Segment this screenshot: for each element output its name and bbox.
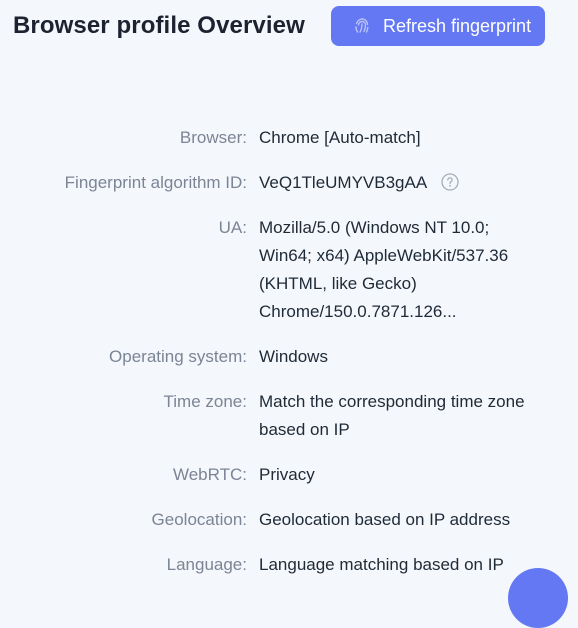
timezone-label: Time zone: bbox=[163, 392, 247, 411]
fingerprint-label: Fingerprint algorithm ID: bbox=[64, 173, 247, 192]
profile-details: Browser: Chrome [Auto-match] Fingerprint… bbox=[0, 124, 578, 596]
detail-row-webrtc: WebRTC: Privacy bbox=[0, 461, 578, 489]
detail-row-browser: Browser: Chrome [Auto-match] bbox=[0, 124, 578, 152]
browser-value: Chrome [Auto-match] bbox=[259, 128, 421, 147]
fingerprint-icon bbox=[352, 16, 372, 36]
floating-action-button[interactable] bbox=[508, 568, 568, 628]
detail-row-ua: UA: Mozilla/5.0 (Windows NT 10.0; Win64;… bbox=[0, 214, 578, 326]
geolocation-value: Geolocation based on IP address bbox=[259, 510, 511, 529]
detail-row-timezone: Time zone: Match the corresponding time … bbox=[0, 388, 578, 444]
language-label: Language: bbox=[166, 555, 247, 574]
ua-value: Mozilla/5.0 (Windows NT 10.0; Win64; x64… bbox=[259, 218, 509, 321]
os-label: Operating system: bbox=[109, 347, 247, 366]
refresh-fingerprint-label: Refresh fingerprint bbox=[383, 15, 532, 36]
question-circle-icon[interactable] bbox=[441, 173, 459, 191]
detail-row-fingerprint: Fingerprint algorithm ID: VeQ1TleUMYVB3g… bbox=[0, 169, 578, 197]
webrtc-label: WebRTC: bbox=[172, 465, 247, 484]
ua-label: UA: bbox=[218, 218, 247, 237]
timezone-value: Match the corresponding time zone based … bbox=[259, 392, 525, 439]
fingerprint-value-container: VeQ1TleUMYVB3gAA bbox=[259, 169, 529, 197]
detail-row-os: Operating system: Windows bbox=[0, 343, 578, 371]
fingerprint-value: VeQ1TleUMYVB3gAA bbox=[259, 173, 427, 192]
os-value: Windows bbox=[259, 347, 328, 366]
webrtc-value: Privacy bbox=[259, 465, 315, 484]
geolocation-label: Geolocation: bbox=[151, 510, 247, 529]
header: Browser profile Overview Refresh fingerp… bbox=[0, 0, 578, 60]
page-title: Browser profile Overview bbox=[13, 12, 305, 39]
browser-label: Browser: bbox=[179, 128, 247, 147]
detail-row-language: Language: Language matching based on IP bbox=[0, 551, 578, 579]
detail-row-geolocation: Geolocation: Geolocation based on IP add… bbox=[0, 506, 578, 534]
language-value: Language matching based on IP bbox=[259, 555, 504, 574]
refresh-fingerprint-button[interactable]: Refresh fingerprint bbox=[331, 6, 545, 46]
